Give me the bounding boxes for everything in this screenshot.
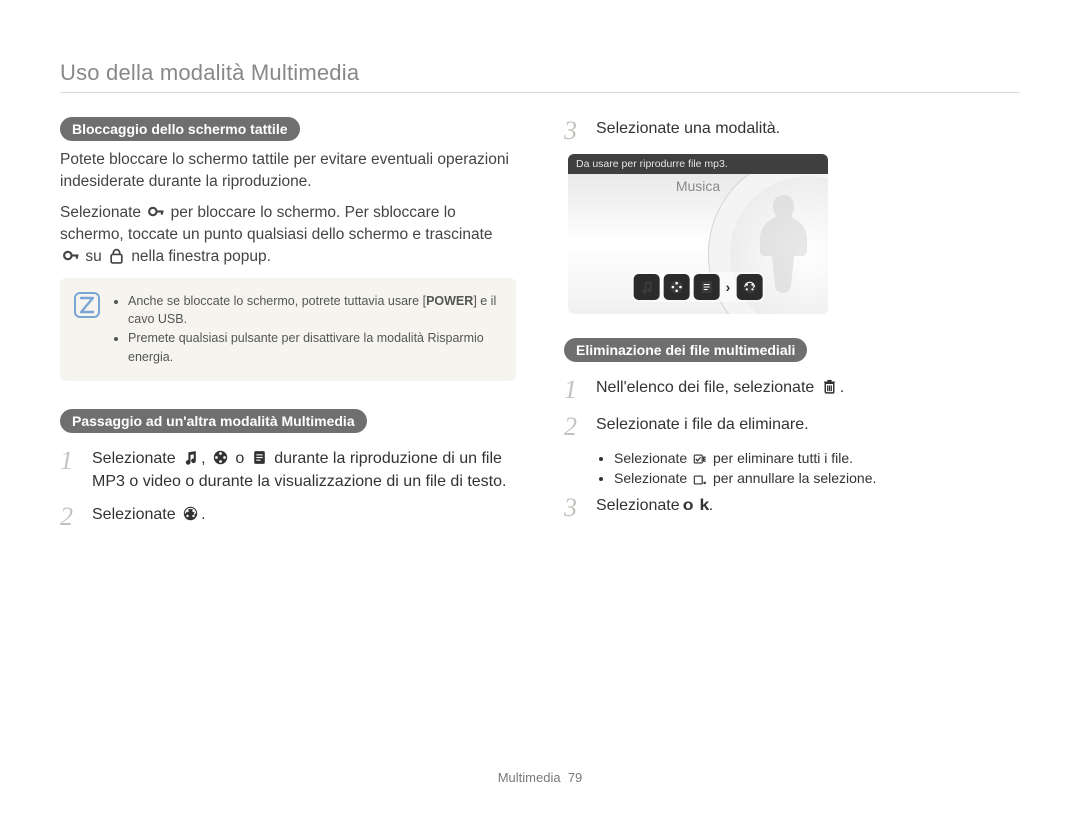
lock-description-1: Potete bloccare lo schermo tattile per e… [60,149,516,192]
page-footer: Multimedia 79 [60,746,1020,785]
step-number: 1 [60,447,82,474]
step-number: 1 [564,376,586,403]
delete-step-1: Nell'elenco dei file, selezionate . [596,376,844,399]
lock-icon [108,246,125,268]
mode-text-button[interactable] [694,274,720,300]
key-icon [62,246,79,268]
device-tooltip: Da usare per riprodurre file mp3. [568,154,828,174]
text-file-icon [251,447,268,470]
note-callout: Anche se bloccate lo schermo, potrete tu… [60,278,516,381]
select-mode-step: Selezionate una modalità. [596,117,780,140]
ok-icon: o k [683,494,710,517]
device-screenshot: Da usare per riprodurre file mp3. Musica… [568,154,828,314]
mode-switch-icon [182,503,199,526]
select-all-icon [693,451,707,467]
music-icon [182,447,199,470]
heading-switch-mode: Passaggio ad un'altra modalità Multimedi… [60,409,367,433]
switch-step-2: Selezionate . [92,503,206,526]
lock-description-2: Selezionate per bloccare lo schermo. Per… [60,202,516,267]
note-line-1: Anche se bloccate lo schermo, potrete tu… [128,292,500,330]
right-column: 3 Selezionate una modalità. Da usare per… [564,117,1020,746]
heading-lock-screen: Bloccaggio dello schermo tattile [60,117,300,141]
left-column: Bloccaggio dello schermo tattile Potete … [60,117,516,746]
mode-switch-bar: › [632,272,765,302]
page-title: Uso della modalità Multimedia [60,60,1020,93]
key-lock-icon [147,202,164,224]
delete-step-2: Selezionate i file da eliminare. [596,413,809,436]
delete-sub-deselect: Selezionate per annullare la selezione. [614,470,1020,487]
chevron-right-icon: › [724,279,733,295]
switch-step-1: Selezionate , o durante la riproduzione … [92,447,516,494]
step-number: 2 [564,413,586,440]
mode-switch-button[interactable] [736,274,762,300]
delete-sub-select-all: Selezionate per eliminare tutti i file. [614,450,1020,467]
note-line-2: Premete qualsiasi pulsante per disattiva… [128,329,500,367]
step-number: 3 [564,117,586,144]
step-number: 3 [564,494,586,521]
heading-delete-files: Eliminazione dei file multimediali [564,338,807,362]
step-number: 2 [60,503,82,530]
delete-step-3: Selezionate o k. [596,494,713,517]
mode-video-button[interactable] [664,274,690,300]
mode-music-button[interactable] [634,274,660,300]
note-icon [74,292,100,323]
deselect-icon [693,472,707,488]
trash-icon [821,376,838,399]
video-reel-icon [212,447,229,470]
